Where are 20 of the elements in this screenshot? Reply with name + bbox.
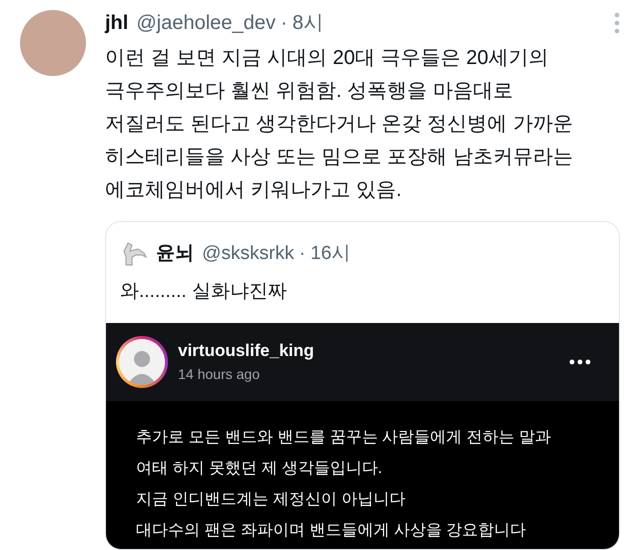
post-text-line: 지금 인디밴드계는 제정신이 아닙니다 (136, 490, 406, 510)
quoted-tweet-card[interactable]: 윤뇌 @sksksrkk · 16시 와......... 실화냐진짜 virtuouslife_king 14 hours ago 추가로 모든 밴드와 밴드를 꿈꾸는 사람들에게 전하는 말과 여태 하지 못했던 제 생각들입니다. 지금 인디밴드계는 제정신이 아닙니다 대다수의 팬은 좌파이며 밴드들에게 사상을 강요합니다 (105, 221, 620, 550)
profile-avatar[interactable] (116, 336, 168, 388)
post-time: 14 hours ago (178, 364, 261, 384)
timestamp: 16시 (310, 242, 351, 266)
handle[interactable]: @jaeholee_dev (136, 8, 276, 38)
handle[interactable]: @sksksrkk (202, 240, 294, 268)
post-text-line: 대다수의 팬은 좌파이며 밴드들에게 사상을 강요합니다 (136, 520, 528, 540)
display-name[interactable]: jhl (105, 8, 128, 38)
post-text-line: 여태 하지 못했던 제 생각들입니다. (136, 458, 384, 478)
timestamp: 8시 (292, 11, 324, 36)
quoted-tweet-text: 와......... 실화냐진짜 (119, 280, 288, 304)
separator: · (299, 242, 306, 266)
tweet-text: 이런 걸 보면 지금 시대의 20대 극우들은 20세기의 극우주의보다 훨씬 위험함. 성폭행을 마음대로 저질러도 된다고 생각한다거나 온갖 정신병에 가까운 히스테리들을 사상 또는 밈으로 포장해 남초커뮤라는 에코체임버에서 키워나가고 있음. (105, 46, 574, 203)
display-name[interactable]: 윤뇌 (156, 240, 194, 268)
post-text-line: 추가로 모든 밴드와 밴드를 꿈꾸는 사람들에게 전하는 말과 (136, 428, 552, 448)
embedded-screenshot[interactable]: virtuouslife_king 14 hours ago 추가로 모든 밴드와 밴드를 꿈꾸는 사람들에게 전하는 말과 여태 하지 못했던 제 생각들입니다. 지금 인디밴드계는 제정신이 아닙니다 대다수의 팬은 좌파이며 밴드들에게 사상을 강요합니다 (106, 322, 619, 549)
more-icon[interactable] (569, 358, 591, 364)
separator: · (280, 11, 288, 36)
username[interactable]: virtuouslife_king (178, 338, 314, 364)
